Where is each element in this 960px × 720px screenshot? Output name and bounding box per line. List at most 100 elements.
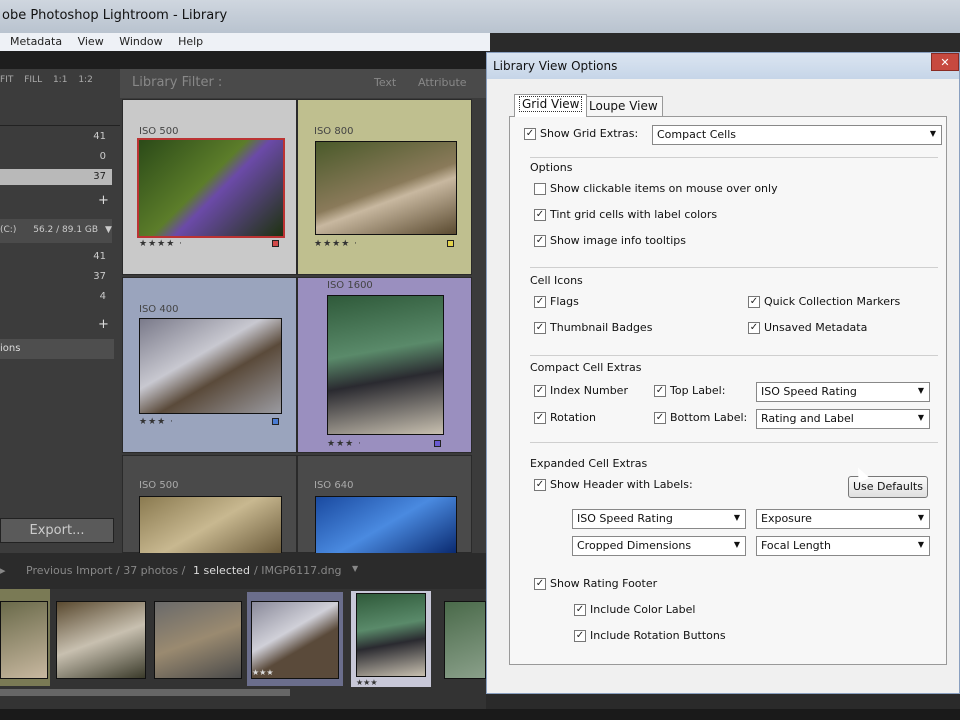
folder-count-3[interactable]: 4: [0, 289, 112, 305]
photo-thumbnail[interactable]: [137, 138, 285, 238]
filmstrip: ★★★ ★★★: [0, 589, 486, 709]
menu-metadata[interactable]: Metadata: [10, 35, 62, 48]
rotation-buttons-checkbox[interactable]: ✓: [574, 630, 586, 642]
menu-help[interactable]: Help: [178, 35, 203, 48]
rotation-buttons-label: Include Rotation Buttons: [590, 629, 726, 642]
source-path[interactable]: Previous Import / 37 photos /: [26, 564, 185, 577]
disk-space: 56.2 / 89.1 GB: [33, 225, 99, 235]
expanded-heading: Expanded Cell Extras: [530, 457, 648, 470]
bottom-label-checkbox[interactable]: ✓: [654, 412, 666, 424]
disk-row[interactable]: (C:) 56.2 / 89.1 GB ▼: [0, 219, 112, 243]
zoom-1-2[interactable]: 1:2: [78, 75, 92, 85]
library-view-options-dialog: Library View Options ✕ Grid View Loupe V…: [486, 52, 960, 694]
zoom-fill[interactable]: FILL: [24, 75, 42, 85]
catalog-count-all[interactable]: 41: [0, 129, 112, 145]
filmstrip-thumbnail[interactable]: [154, 601, 242, 679]
filmstrip-thumbnail[interactable]: [356, 593, 426, 677]
color-label-checkbox[interactable]: ✓: [574, 604, 586, 616]
window-title: obe Photoshop Lightroom - Library: [2, 8, 228, 23]
quick-collection-label: Quick Collection Markers: [764, 295, 901, 308]
header-label-value-3: Cropped Dimensions: [577, 539, 692, 552]
filter-text-tab[interactable]: Text: [374, 76, 396, 89]
index-number-label: Index Number: [550, 384, 628, 397]
tab-loupe-view[interactable]: Loupe View: [584, 96, 663, 117]
quick-collection-checkbox[interactable]: ✓: [748, 296, 760, 308]
zoom-1-1[interactable]: 1:1: [53, 75, 67, 85]
left-panel: FIT FILL 1:1 1:2 41 0 37 + (C:) 56.2 / 8…: [0, 69, 120, 553]
clickable-items-checkbox[interactable]: [534, 183, 546, 195]
chevron-down-icon: ▼: [917, 513, 924, 522]
header-label-select-4[interactable]: Focal Length ▼: [756, 536, 930, 556]
grid-cell[interactable]: ISO 1600 ★★★ ·: [297, 277, 472, 453]
tint-grid-checkbox[interactable]: ✓: [534, 209, 546, 221]
rating-stars[interactable]: ★★★★ ·: [139, 239, 183, 249]
grid-cell[interactable]: ISO 400 ★★★ ·: [122, 277, 297, 453]
color-label-badge: [272, 418, 279, 425]
color-label-badge: [447, 240, 454, 247]
catalog-count-previous[interactable]: 37: [0, 169, 112, 185]
zoom-fit[interactable]: FIT: [0, 75, 13, 85]
rotation-checkbox[interactable]: ✓: [534, 412, 546, 424]
thumbnail-badges-checkbox[interactable]: ✓: [534, 322, 546, 334]
rating-stars: ★★★: [356, 678, 378, 687]
flags-checkbox[interactable]: ✓: [534, 296, 546, 308]
header-label-select-2[interactable]: Exposure ▼: [756, 509, 930, 529]
grid-extras-select[interactable]: Compact Cells ▼: [652, 125, 942, 145]
filmstrip-scrollbar[interactable]: [0, 689, 290, 696]
unsaved-metadata-checkbox[interactable]: ✓: [748, 322, 760, 334]
filmstrip-thumbnail[interactable]: [56, 601, 146, 679]
catalog-count-quick[interactable]: 0: [0, 149, 112, 165]
add-folder-icon[interactable]: +: [98, 193, 109, 208]
rating-footer-checkbox[interactable]: ✓: [534, 578, 546, 590]
play-icon[interactable]: ▸: [0, 564, 6, 577]
color-label-label: Include Color Label: [590, 603, 696, 616]
photo-thumbnail[interactable]: [139, 496, 282, 554]
chevron-down-icon[interactable]: ▼: [352, 564, 358, 573]
tooltips-checkbox[interactable]: ✓: [534, 235, 546, 247]
grid-cell[interactable]: ISO 500 ★★★★ ·: [122, 99, 297, 275]
clickable-items-label: Show clickable items on mouse over only: [550, 182, 778, 195]
menu-window[interactable]: Window: [119, 35, 162, 48]
show-header-checkbox[interactable]: ✓: [534, 479, 546, 491]
header-label-select-3[interactable]: Cropped Dimensions ▼: [572, 536, 746, 556]
folder-count-2[interactable]: 37: [0, 269, 112, 285]
photo-thumbnail[interactable]: [315, 141, 457, 235]
compact-heading: Compact Cell Extras: [530, 361, 642, 374]
chevron-down-icon: ▼: [929, 129, 936, 138]
header-label-value-2: Exposure: [761, 512, 812, 525]
options-heading: Options: [530, 161, 573, 174]
grid-cell[interactable]: ISO 800 ★★★★ ·: [297, 99, 472, 275]
add-collection-icon[interactable]: +: [98, 317, 109, 332]
show-grid-extras-label: Show Grid Extras:: [540, 127, 639, 140]
bottom-label-select[interactable]: Rating and Label ▼: [756, 409, 930, 429]
chevron-down-icon: ▼: [917, 540, 924, 549]
cell-top-label: ISO 500: [139, 480, 179, 491]
tab-grid-view[interactable]: Grid View: [514, 94, 588, 117]
filmstrip-thumbnail[interactable]: [444, 601, 486, 679]
header-label-select-1[interactable]: ISO Speed Rating ▼: [572, 509, 746, 529]
rating-stars[interactable]: ★★★ ·: [139, 417, 174, 427]
collection-item[interactable]: ions: [0, 339, 114, 359]
header-label-value-4: Focal Length: [761, 539, 831, 552]
export-button[interactable]: Export...: [0, 518, 114, 543]
cell-top-label: ISO 640: [314, 480, 354, 491]
top-label-checkbox[interactable]: ✓: [654, 385, 666, 397]
photo-thumbnail[interactable]: [327, 295, 444, 435]
top-label-select[interactable]: ISO Speed Rating ▼: [756, 382, 930, 402]
index-number-checkbox[interactable]: ✓: [534, 385, 546, 397]
color-label-badge: [434, 440, 441, 447]
menu-view[interactable]: View: [78, 35, 104, 48]
filename[interactable]: / IMGP6117.dng: [254, 564, 342, 577]
rating-stars[interactable]: ★★★★ ·: [314, 239, 358, 249]
grid-cell[interactable]: ISO 500: [122, 455, 297, 554]
folder-count-1[interactable]: 41: [0, 249, 112, 265]
close-button[interactable]: ✕: [931, 53, 959, 71]
chevron-down-icon: ▼: [733, 513, 740, 522]
rating-stars[interactable]: ★★★ ·: [327, 439, 362, 449]
photo-thumbnail[interactable]: [139, 318, 282, 414]
filmstrip-thumbnail[interactable]: [0, 601, 48, 679]
grid-cell[interactable]: ISO 640: [297, 455, 472, 554]
filter-attribute-tab[interactable]: Attribute: [418, 76, 467, 89]
photo-thumbnail[interactable]: [315, 496, 457, 554]
show-grid-extras-checkbox[interactable]: ✓: [524, 128, 536, 140]
